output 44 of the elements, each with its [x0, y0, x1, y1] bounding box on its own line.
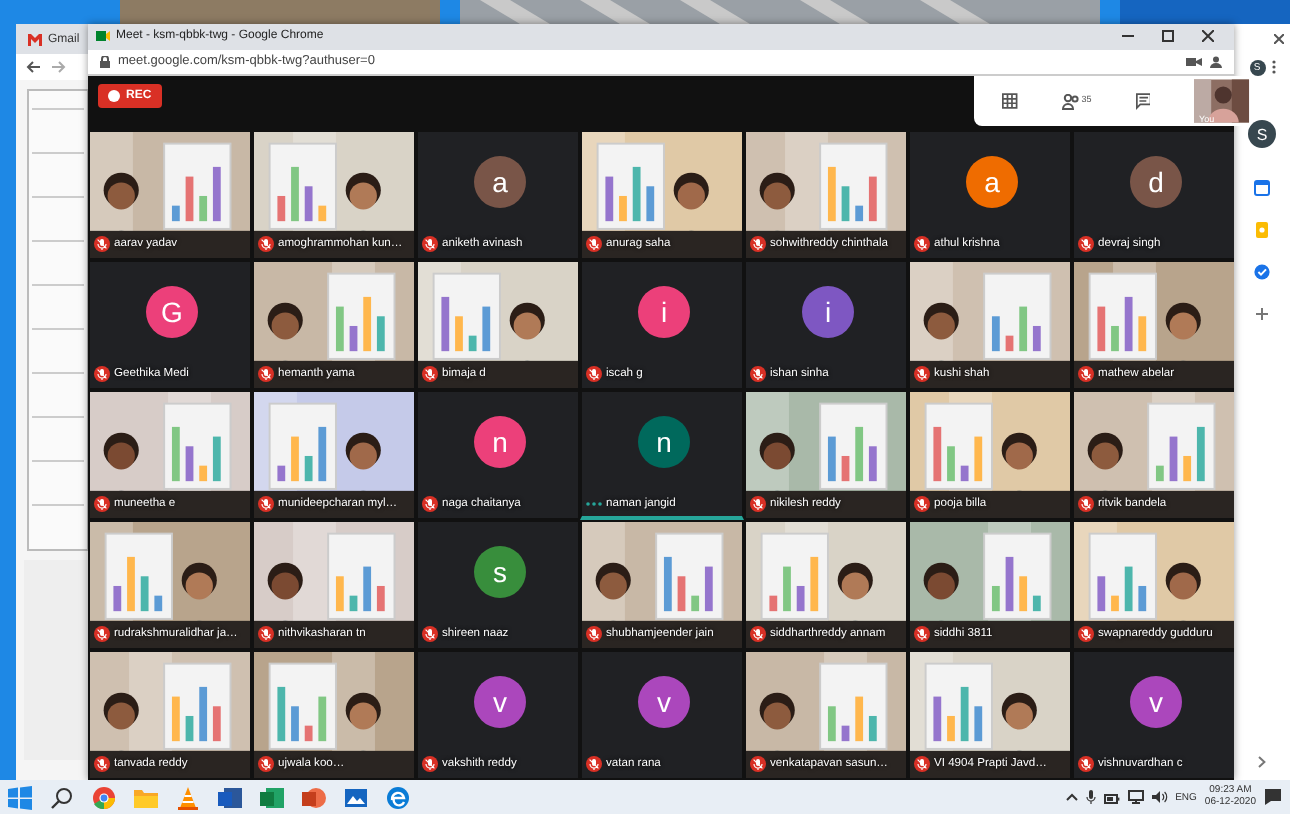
- windows-icon[interactable]: [8, 785, 32, 809]
- image-icon[interactable]: [344, 785, 368, 809]
- avatar: i: [638, 286, 690, 338]
- chevron-up-icon[interactable]: [1065, 792, 1078, 802]
- people-icon: [1061, 93, 1080, 109]
- avatar: n: [638, 416, 690, 468]
- avatar: a: [966, 156, 1018, 208]
- avatar: i: [802, 286, 854, 338]
- minimize-icon[interactable]: [1122, 30, 1134, 43]
- lock-icon: [100, 55, 110, 68]
- avatar: v: [474, 676, 526, 728]
- back-arrow-icon[interactable]: [26, 60, 40, 74]
- close-icon[interactable]: [1274, 34, 1284, 44]
- check-icon[interactable]: [1254, 264, 1270, 280]
- chat-icon[interactable]: [1135, 92, 1151, 110]
- add-icon[interactable]: [1254, 306, 1270, 322]
- avatar: n: [474, 416, 526, 468]
- avatar: s: [474, 546, 526, 598]
- calendar-icon[interactable]: [1254, 180, 1270, 196]
- presentation-icon[interactable]: [302, 785, 326, 809]
- account-avatar[interactable]: S: [1248, 120, 1276, 148]
- camera-icon: [96, 30, 110, 43]
- cone-icon[interactable]: [176, 785, 200, 809]
- avatar: v: [638, 676, 690, 728]
- mic-icon[interactable]: [1085, 790, 1096, 804]
- spreadsheet-icon[interactable]: [260, 785, 284, 809]
- close-icon[interactable]: [1202, 30, 1214, 43]
- video-camera-icon[interactable]: [1186, 55, 1202, 68]
- search-icon[interactable]: [50, 785, 74, 809]
- chevron-right-icon[interactable]: [1258, 756, 1266, 768]
- browser-icon[interactable]: [92, 785, 116, 809]
- person-icon[interactable]: [1210, 55, 1222, 68]
- grid-icon[interactable]: [1002, 92, 1018, 110]
- maximize-icon[interactable]: [1162, 30, 1174, 43]
- browser-icon[interactable]: [386, 785, 410, 809]
- mail-icon: [28, 33, 42, 45]
- document-icon[interactable]: [218, 785, 242, 809]
- speaker-icon[interactable]: [1151, 790, 1168, 804]
- avatar: G: [146, 286, 198, 338]
- avatar: a: [474, 156, 526, 208]
- avatar: d: [1130, 156, 1182, 208]
- avatar: v: [1130, 676, 1182, 728]
- notification-icon[interactable]: [1264, 788, 1282, 806]
- battery-icon[interactable]: [1103, 791, 1120, 803]
